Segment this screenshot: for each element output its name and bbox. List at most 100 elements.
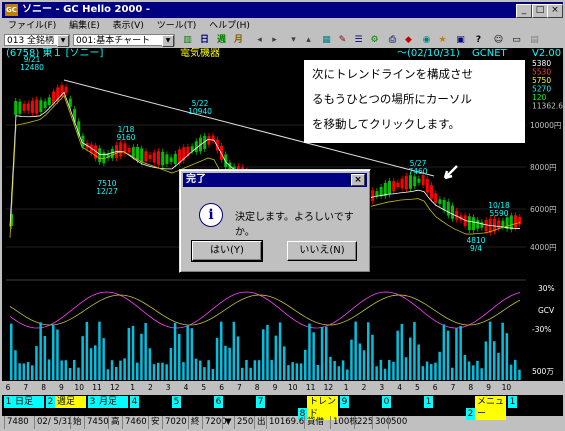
grid-icon[interactable]: ▦	[320, 34, 333, 46]
month-axis-label: 4	[397, 383, 402, 392]
print-icon[interactable]: ⎙	[386, 34, 399, 46]
status-field: 225	[354, 416, 373, 429]
volume-bar	[140, 333, 143, 380]
globe-icon[interactable]: ◉	[420, 34, 433, 46]
dialog-title: 完了	[186, 174, 206, 185]
callout-line-1: 次にトレンドラインを構成させ	[312, 67, 473, 81]
next-icon[interactable]: ▸	[268, 34, 281, 46]
annotation-label: 9/4	[470, 244, 482, 253]
tab-label: 週足	[55, 396, 86, 408]
tab-2[interactable]: 2 週足	[46, 396, 86, 408]
candle-body	[451, 205, 454, 219]
volume-bar	[467, 361, 471, 380]
status-field: 高	[108, 416, 120, 429]
volume-bar	[505, 333, 509, 380]
stock-list-combo[interactable]: 013 全銘柄 ▼	[4, 34, 70, 47]
volume-bar	[425, 361, 429, 380]
volume-bar	[501, 322, 504, 380]
candle-body	[476, 220, 480, 229]
candle-body	[39, 100, 43, 113]
volume-bar	[123, 358, 126, 380]
help-icon[interactable]: ?	[472, 34, 485, 46]
no-button[interactable]: いいえ(N)	[287, 241, 357, 261]
tab-number: 1	[4, 396, 13, 408]
misc-icon[interactable]: ▤	[528, 34, 541, 46]
volume-bar	[350, 339, 353, 380]
volume-bar	[274, 335, 278, 380]
menu-help[interactable]: ヘルプ(H)	[209, 19, 250, 33]
day-button[interactable]: 日	[198, 34, 211, 46]
candle-body	[98, 148, 102, 163]
settings-icon[interactable]: ⚙	[368, 34, 381, 46]
month-axis-label: 9	[273, 383, 278, 392]
dropdown-arrow-icon[interactable]: ▼	[57, 35, 69, 47]
volume-bar	[455, 328, 458, 380]
star-icon[interactable]: ★	[436, 34, 449, 46]
volume-bar	[421, 366, 425, 380]
tab-number: 2	[46, 396, 55, 408]
tab-6[interactable]: 6	[214, 396, 254, 408]
candle-body	[140, 148, 144, 163]
tab-5[interactable]: 5	[172, 396, 212, 408]
volume-bar	[52, 324, 55, 380]
volume-bar	[77, 367, 80, 380]
down-icon[interactable]: ▾	[287, 34, 300, 46]
window-icon[interactable]: ▣	[454, 34, 467, 46]
volume-bar	[14, 350, 17, 380]
volume-bar	[518, 369, 521, 380]
up-icon[interactable]: ▴	[302, 34, 315, 46]
dropdown-arrow-icon[interactable]: ▼	[162, 35, 174, 47]
yes-button[interactable]: はい(Y)	[191, 240, 263, 262]
tab-1[interactable]: 1 日足	[4, 396, 44, 408]
menu-view[interactable]: 表示(V)	[113, 19, 144, 33]
app-icon: GC	[5, 4, 18, 16]
volume-bar	[35, 346, 38, 380]
month-axis-label: 2	[148, 383, 153, 392]
tab-11[interactable]: 1	[424, 396, 464, 408]
chart-mode-icon[interactable]: ▥	[181, 34, 194, 46]
minimize-button[interactable]: _	[516, 4, 532, 18]
candle-body	[501, 220, 505, 227]
menu-file[interactable]: ファイル(F)	[8, 19, 56, 33]
status-field: 終	[188, 416, 200, 429]
month-axis-label: 5	[415, 383, 420, 392]
maximize-button[interactable]: □	[532, 4, 548, 18]
menu-edit[interactable]: 編集(E)	[69, 19, 100, 33]
week-button[interactable]: 週	[215, 34, 228, 46]
tab-9[interactable]: 9	[340, 396, 380, 408]
candle-body	[35, 99, 39, 114]
status-field: 貸借	[304, 416, 324, 429]
month-button[interactable]: 月	[232, 34, 245, 46]
month-axis-label: 1	[130, 383, 135, 392]
candle-body	[224, 154, 228, 168]
candle-body	[173, 153, 177, 165]
volume-bar	[98, 321, 101, 380]
tab-8[interactable]: 8トレンド	[298, 396, 338, 420]
annotation-label: 9160	[116, 133, 135, 142]
marker-icon[interactable]: ◆	[402, 34, 415, 46]
tab-7[interactable]: 7	[256, 396, 296, 408]
tab-10[interactable]: 0	[382, 396, 422, 408]
volume-bar	[110, 360, 114, 380]
list-icon[interactable]: ☰	[352, 34, 365, 46]
tab-number: 4	[130, 396, 139, 408]
menu-tools[interactable]: ツール(T)	[157, 19, 197, 33]
volume-bar	[136, 362, 139, 380]
tab-3[interactable]: 3 月足	[88, 396, 128, 408]
tab-13[interactable]: 1	[508, 396, 548, 408]
volume-bar	[115, 366, 118, 380]
chart-type-combo[interactable]: 001:基本チャート ▼	[73, 34, 175, 47]
dialog-close-button[interactable]: ×	[351, 174, 365, 186]
candle-body	[127, 147, 131, 153]
tab-4[interactable]: 4	[130, 396, 170, 408]
draw-icon[interactable]: ✎	[336, 34, 349, 46]
prev-first-icon[interactable]: ◂	[253, 34, 266, 46]
tab-12[interactable]: 2メニュー	[466, 396, 506, 420]
screen-icon[interactable]: ▭	[510, 34, 523, 46]
close-button[interactable]: ×	[547, 4, 563, 18]
volume-bar	[472, 365, 475, 380]
user-icon[interactable]: ☺	[492, 34, 505, 46]
month-axis-label: 2	[362, 383, 367, 392]
volume-bar	[26, 362, 30, 380]
month-axis-label: 8	[255, 383, 260, 392]
